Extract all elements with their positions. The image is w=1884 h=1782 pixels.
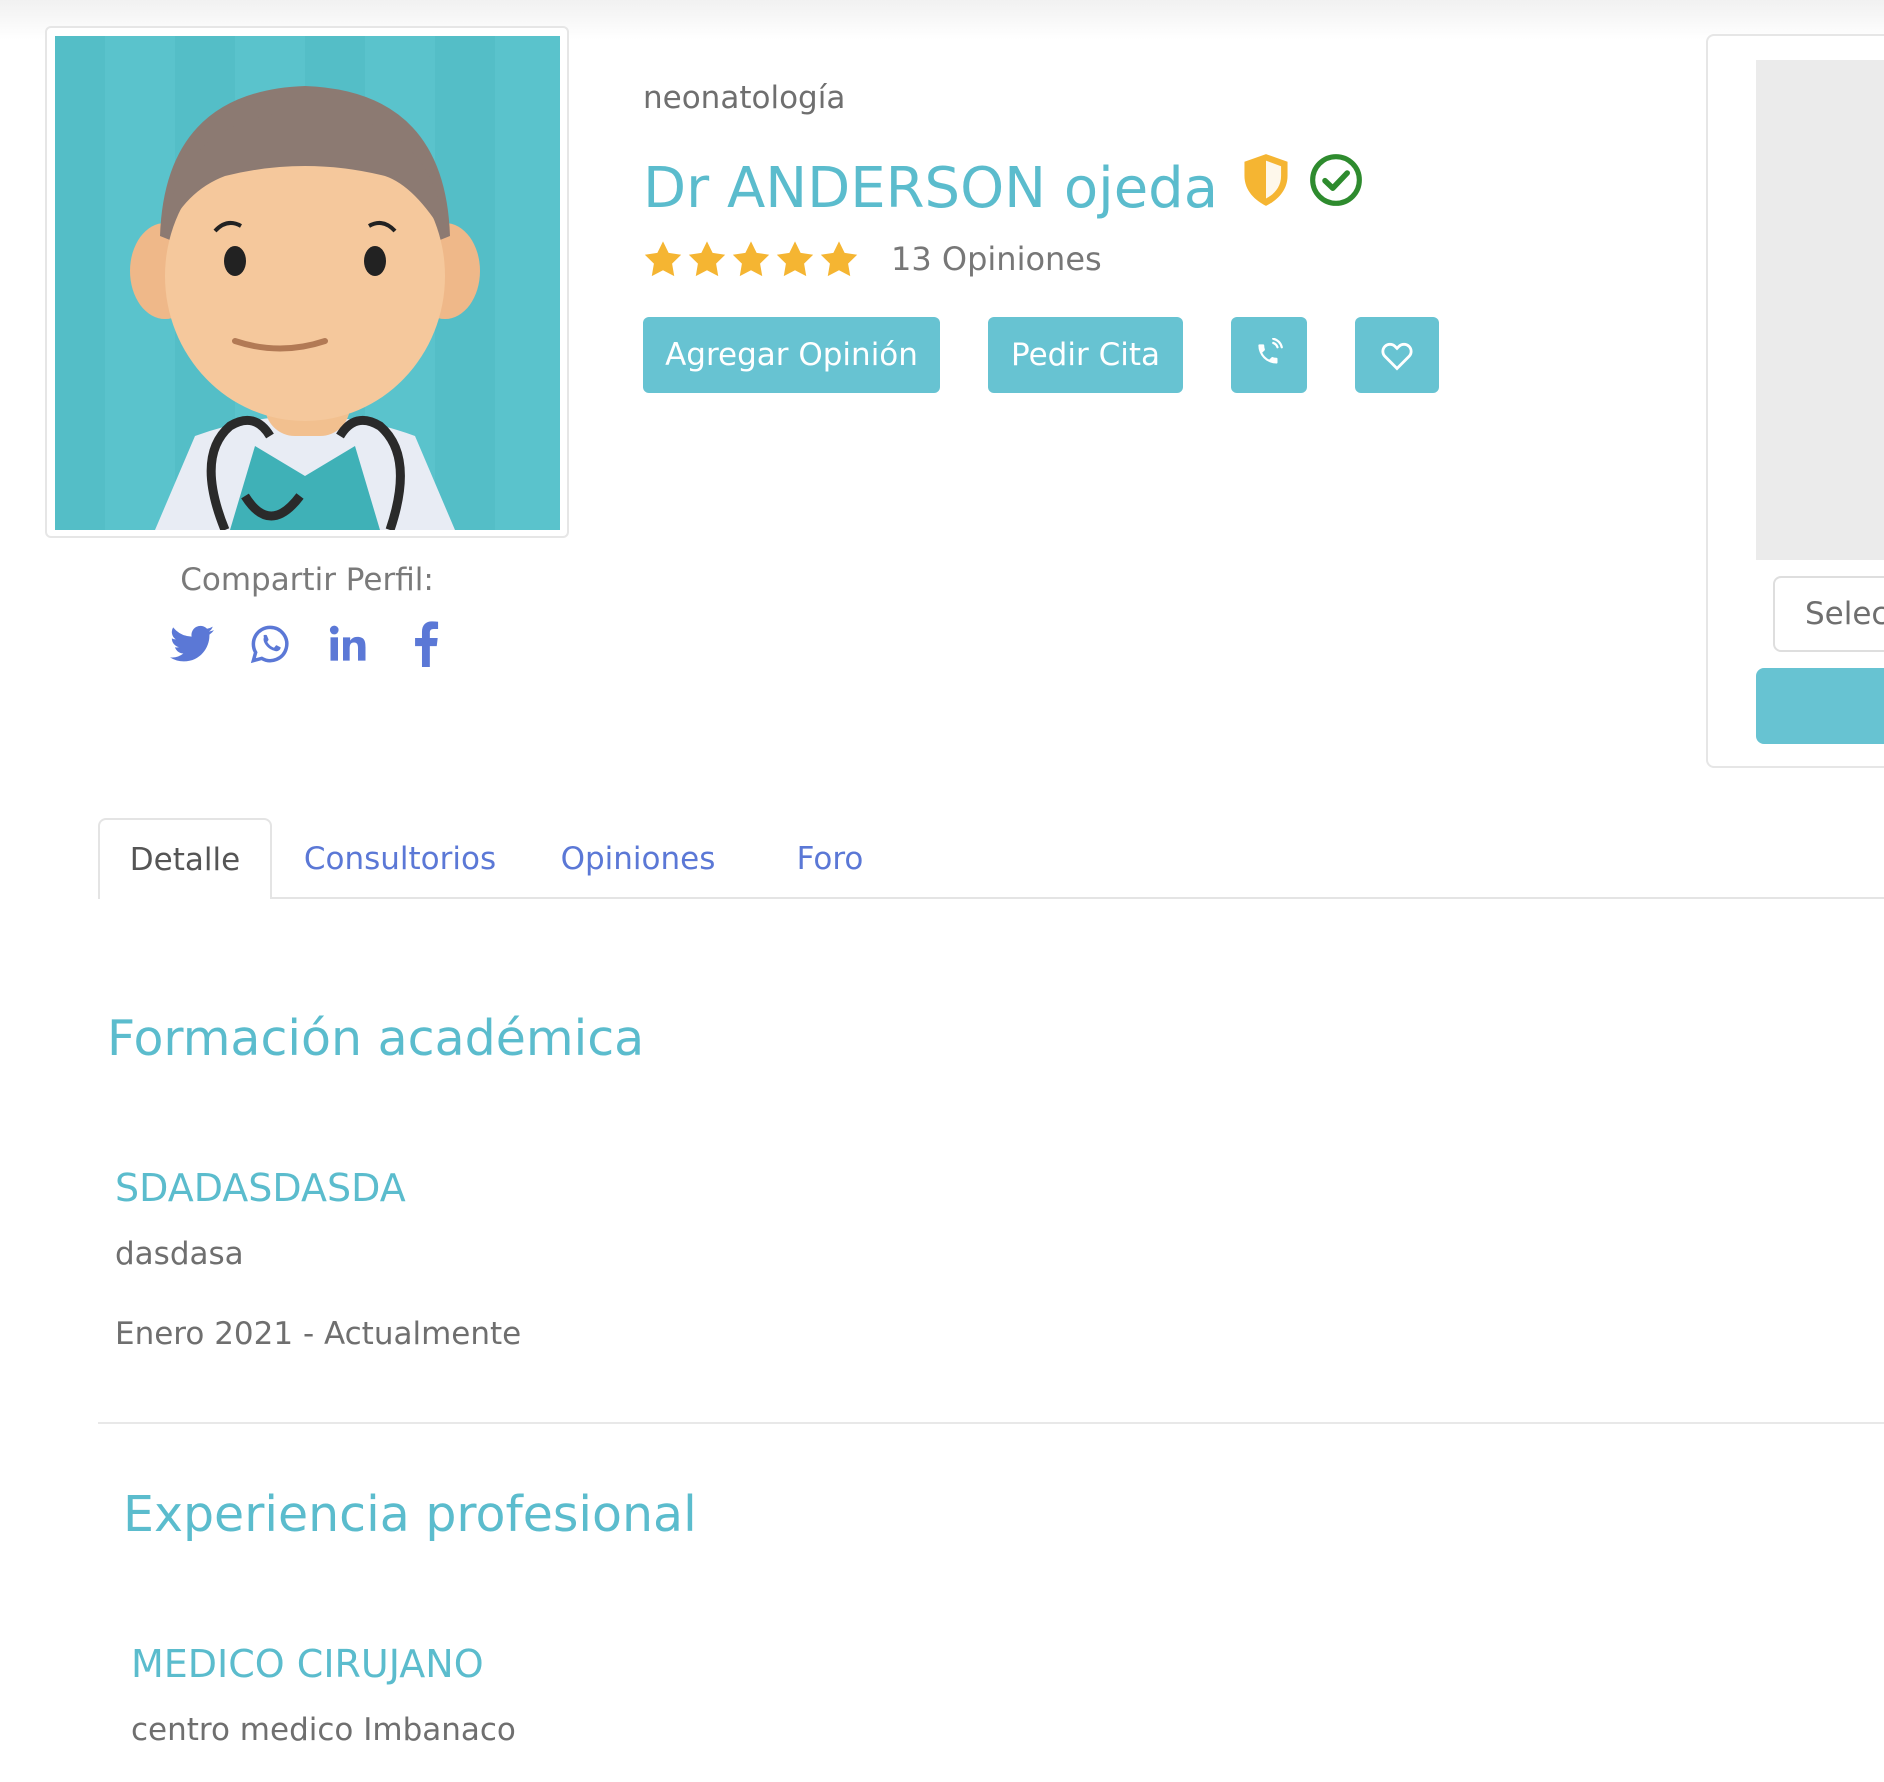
star-icon — [732, 241, 770, 277]
experience-entry-title: MEDICO CIRUJANO — [131, 1642, 484, 1686]
twitter-icon[interactable] — [166, 618, 218, 670]
whatsapp-icon[interactable] — [244, 618, 296, 670]
share-profile-label: Compartir Perfil: — [180, 562, 434, 598]
star-icon — [688, 241, 726, 277]
avatar-frame — [45, 26, 569, 538]
star-icon — [776, 241, 814, 277]
facebook-icon[interactable] — [400, 618, 452, 670]
booking-card-button[interactable] — [1756, 668, 1884, 744]
badges — [1240, 152, 1364, 226]
doctor-name: Dr ANDERSON ojeda — [643, 156, 1219, 221]
experience-heading: Experiencia profesional — [123, 1486, 697, 1543]
reviews-count[interactable]: 13 Opiniones — [891, 240, 1102, 278]
favorite-button[interactable] — [1355, 317, 1439, 393]
star-icon — [644, 241, 682, 277]
office-select[interactable]: Selec — [1773, 576, 1884, 652]
doctor-avatar — [55, 36, 560, 530]
star-icon — [820, 241, 858, 277]
rating-stars — [643, 240, 859, 278]
verified-check-icon — [1308, 152, 1364, 226]
doctor-name-row: Dr ANDERSON ojeda — [643, 152, 1364, 226]
tab-opiniones[interactable]: Opiniones — [545, 818, 731, 899]
education-entry-title: SDADASDASDA — [115, 1166, 406, 1210]
education-entry-institution: dasdasa — [115, 1236, 244, 1272]
call-button[interactable] — [1231, 317, 1307, 393]
linkedin-icon[interactable] — [322, 618, 374, 670]
tab-foro[interactable]: Foro — [770, 818, 890, 899]
education-heading: Formación académica — [107, 1010, 645, 1067]
map-placeholder — [1756, 60, 1884, 560]
education-entry-period: Enero 2021 - Actualmente — [115, 1316, 522, 1352]
experience-entry-institution: centro medico Imbanaco — [131, 1712, 516, 1748]
rating-row: 13 Opiniones — [643, 240, 1102, 278]
tab-detalle[interactable]: Detalle — [98, 818, 272, 899]
heart-icon — [1381, 342, 1413, 371]
phone-icon — [1258, 338, 1283, 364]
book-appointment-button[interactable]: Pedir Cita — [988, 317, 1183, 393]
add-review-button[interactable]: Agregar Opinión — [643, 317, 940, 393]
tab-consultorios[interactable]: Consultorios — [290, 818, 510, 899]
section-divider — [98, 1422, 1884, 1424]
shield-icon — [1240, 152, 1292, 226]
specialty-label: neonatología — [643, 80, 846, 116]
